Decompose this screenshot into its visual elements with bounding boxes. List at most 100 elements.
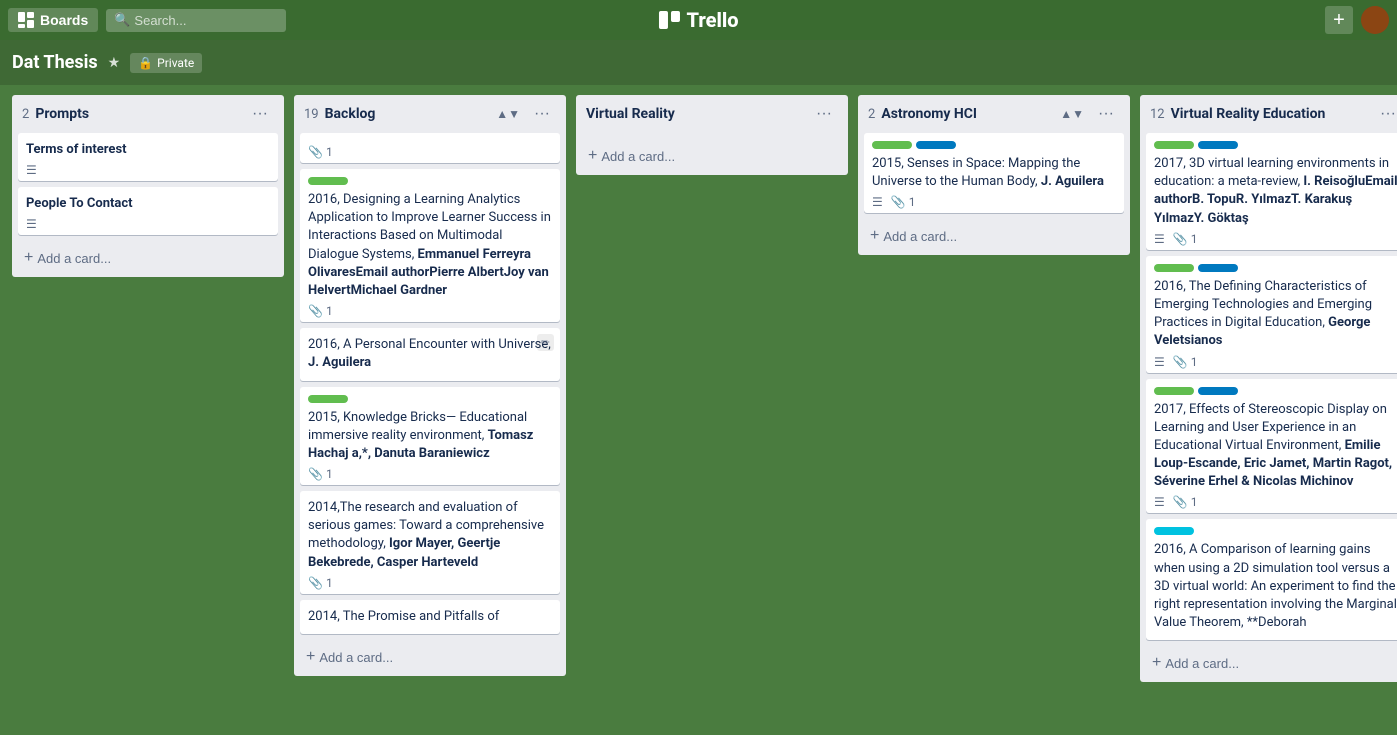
trello-logo: Trello <box>658 8 738 32</box>
card-text-a1: 2015, Senses in Space: Mapping the Unive… <box>872 155 1116 191</box>
card-b4[interactable]: 2014,The research and evaluation of seri… <box>300 491 560 594</box>
label-teal <box>1154 527 1194 535</box>
top-navigation: Boards 🔍 Trello + <box>0 0 1397 40</box>
add-card-label-virtual-reality: Add a card... <box>601 149 675 164</box>
attachment-icon: 📎 <box>1173 495 1188 509</box>
card-b1[interactable]: 2016, Designing a Learning Analytics App… <box>300 169 560 322</box>
card-footer-p2: ☰ <box>26 217 270 231</box>
card-text-b2: 2016, A Personal Encounter with Universe… <box>308 336 552 372</box>
card-edit-icons-b2: ✏ <box>537 334 554 351</box>
board-title: Dat Thesis <box>12 52 98 73</box>
card-p1[interactable]: Terms of interest ☰ <box>18 133 278 181</box>
add-card-button-backlog[interactable]: + Add a card... <box>298 642 570 672</box>
label-green <box>308 177 348 185</box>
card-vr2[interactable]: 2016, The Defining Characteristics of Em… <box>1146 256 1397 373</box>
add-card-button-vr-education[interactable]: + Add a card... <box>1144 648 1397 678</box>
card-vr3[interactable]: 2017, Effects of Stereoscopic Display on… <box>1146 379 1397 514</box>
card-attachment-meta-b0: 📎 1 <box>308 145 333 159</box>
card-p2[interactable]: People To Contact ☰ <box>18 187 278 235</box>
attachment-count-vr3: 1 <box>1191 495 1198 509</box>
card-text-vr4: 2016, A Comparison of learning gains whe… <box>1154 541 1397 632</box>
sort-button-astronomy-hci[interactable]: ▲▼ <box>1056 105 1088 123</box>
plus-icon: + <box>588 147 597 165</box>
attachment-count-a1: 1 <box>909 195 916 209</box>
card-desc-meta-p1: ☰ <box>26 163 37 177</box>
card-text-p1: Terms of interest <box>26 141 270 159</box>
list-title-virtual-reality: Virtual Reality <box>586 106 675 122</box>
description-icon: ☰ <box>26 217 37 231</box>
list-menu-button-prompts[interactable]: ··· <box>246 103 274 125</box>
card-b0[interactable]: 📎 1 <box>300 133 560 163</box>
card-text-b4: 2014,The research and evaluation of seri… <box>308 499 552 572</box>
edit-button-b2[interactable]: ✏ <box>537 334 554 351</box>
label-blue <box>1198 141 1238 149</box>
card-text-b3: 2015, Knowledge Bricks— Educational imme… <box>308 409 552 464</box>
card-text-b5: 2014, The Promise and Pitfalls of <box>308 608 552 626</box>
list-header-left-prompts: 2Prompts <box>22 106 89 122</box>
list-menu-button-virtual-reality[interactable]: ··· <box>810 103 838 125</box>
card-b2[interactable]: 2016, A Personal Encounter with Universe… <box>300 328 560 380</box>
attachment-count-b3: 1 <box>326 467 333 481</box>
card-text-vr2: 2016, The Defining Characteristics of Em… <box>1154 278 1397 351</box>
card-a1[interactable]: 2015, Senses in Space: Mapping the Unive… <box>864 133 1124 213</box>
plus-icon: + <box>306 648 315 666</box>
list-menu-button-vr-education[interactable]: ··· <box>1374 103 1397 125</box>
plus-icon: + <box>24 249 33 267</box>
card-desc-meta-vr1: ☰ <box>1154 232 1165 246</box>
trello-icon <box>658 11 680 29</box>
description-icon: ☰ <box>26 163 37 177</box>
add-card-button-prompts[interactable]: + Add a card... <box>16 243 288 273</box>
attachment-icon: 📎 <box>308 576 323 590</box>
attachment-icon: 📎 <box>308 304 323 318</box>
card-attachment-meta-b1: 📎 1 <box>308 304 333 318</box>
add-card-button-astronomy-hci[interactable]: + Add a card... <box>862 221 1134 251</box>
list-title-backlog: Backlog <box>325 106 376 122</box>
card-b3[interactable]: 2015, Knowledge Bricks— Educational imme… <box>300 387 560 486</box>
card-desc-meta-a1: ☰ <box>872 195 883 209</box>
card-b5[interactable]: 2014, The Promise and Pitfalls of <box>300 600 560 634</box>
list-cards-prompts: Terms of interest ☰ People To Contact ☰ <box>12 133 284 241</box>
attachment-icon: 📎 <box>891 195 906 209</box>
card-desc-meta-p2: ☰ <box>26 217 37 231</box>
card-text-vr3: 2017, Effects of Stereoscopic Display on… <box>1154 401 1397 492</box>
card-attachment-meta-vr1: 📎 1 <box>1173 232 1198 246</box>
board-content: 2Prompts···Terms of interest ☰People To … <box>0 85 1397 735</box>
list-count-vr-education: 12 <box>1150 107 1165 122</box>
star-icon[interactable]: ★ <box>108 55 121 71</box>
label-green <box>1154 387 1194 395</box>
privacy-badge[interactable]: 🔒 Private <box>130 53 202 73</box>
boards-button[interactable]: Boards <box>8 8 98 32</box>
card-labels-vr3 <box>1154 387 1397 395</box>
list-menu-button-backlog[interactable]: ··· <box>528 103 556 125</box>
card-labels-a1 <box>872 141 1116 149</box>
list-header-left-vr-education: 12Virtual Reality Education <box>1150 106 1325 122</box>
list-header-astronomy-hci: 2Astronomy HCI▲▼··· <box>858 95 1130 133</box>
sort-button-backlog[interactable]: ▲▼ <box>492 105 524 123</box>
card-vr4[interactable]: 2016, A Comparison of learning gains whe… <box>1146 519 1397 640</box>
card-text-p2: People To Contact <box>26 195 270 213</box>
avatar[interactable] <box>1361 6 1389 34</box>
attachment-count-b1: 1 <box>326 304 333 318</box>
label-green <box>308 395 348 403</box>
search-box[interactable]: 🔍 <box>106 9 286 32</box>
card-vr1[interactable]: 2017, 3D virtual learning environments i… <box>1146 133 1397 250</box>
description-icon: ☰ <box>1154 232 1165 246</box>
attachment-count-b4: 1 <box>326 576 333 590</box>
card-attachment-meta-b4: 📎 1 <box>308 576 333 590</box>
card-footer-b3: 📎 1 <box>308 467 552 481</box>
list-cards-virtual-reality <box>576 133 848 139</box>
label-blue <box>1198 387 1238 395</box>
list-title-astronomy-hci: Astronomy HCI <box>881 106 977 122</box>
label-blue <box>1198 264 1238 272</box>
card-footer-vr3: ☰📎 1 <box>1154 495 1397 509</box>
label-green <box>872 141 912 149</box>
card-labels-b3 <box>308 395 552 403</box>
search-icon: 🔍 <box>114 13 130 28</box>
add-button[interactable]: + <box>1325 6 1353 34</box>
list-prompts: 2Prompts···Terms of interest ☰People To … <box>12 95 284 277</box>
add-card-button-virtual-reality[interactable]: + Add a card... <box>580 141 852 171</box>
card-footer-b4: 📎 1 <box>308 576 552 590</box>
list-cards-astronomy-hci: 2015, Senses in Space: Mapping the Unive… <box>858 133 1130 219</box>
search-input[interactable] <box>134 13 274 28</box>
list-menu-button-astronomy-hci[interactable]: ··· <box>1092 103 1120 125</box>
